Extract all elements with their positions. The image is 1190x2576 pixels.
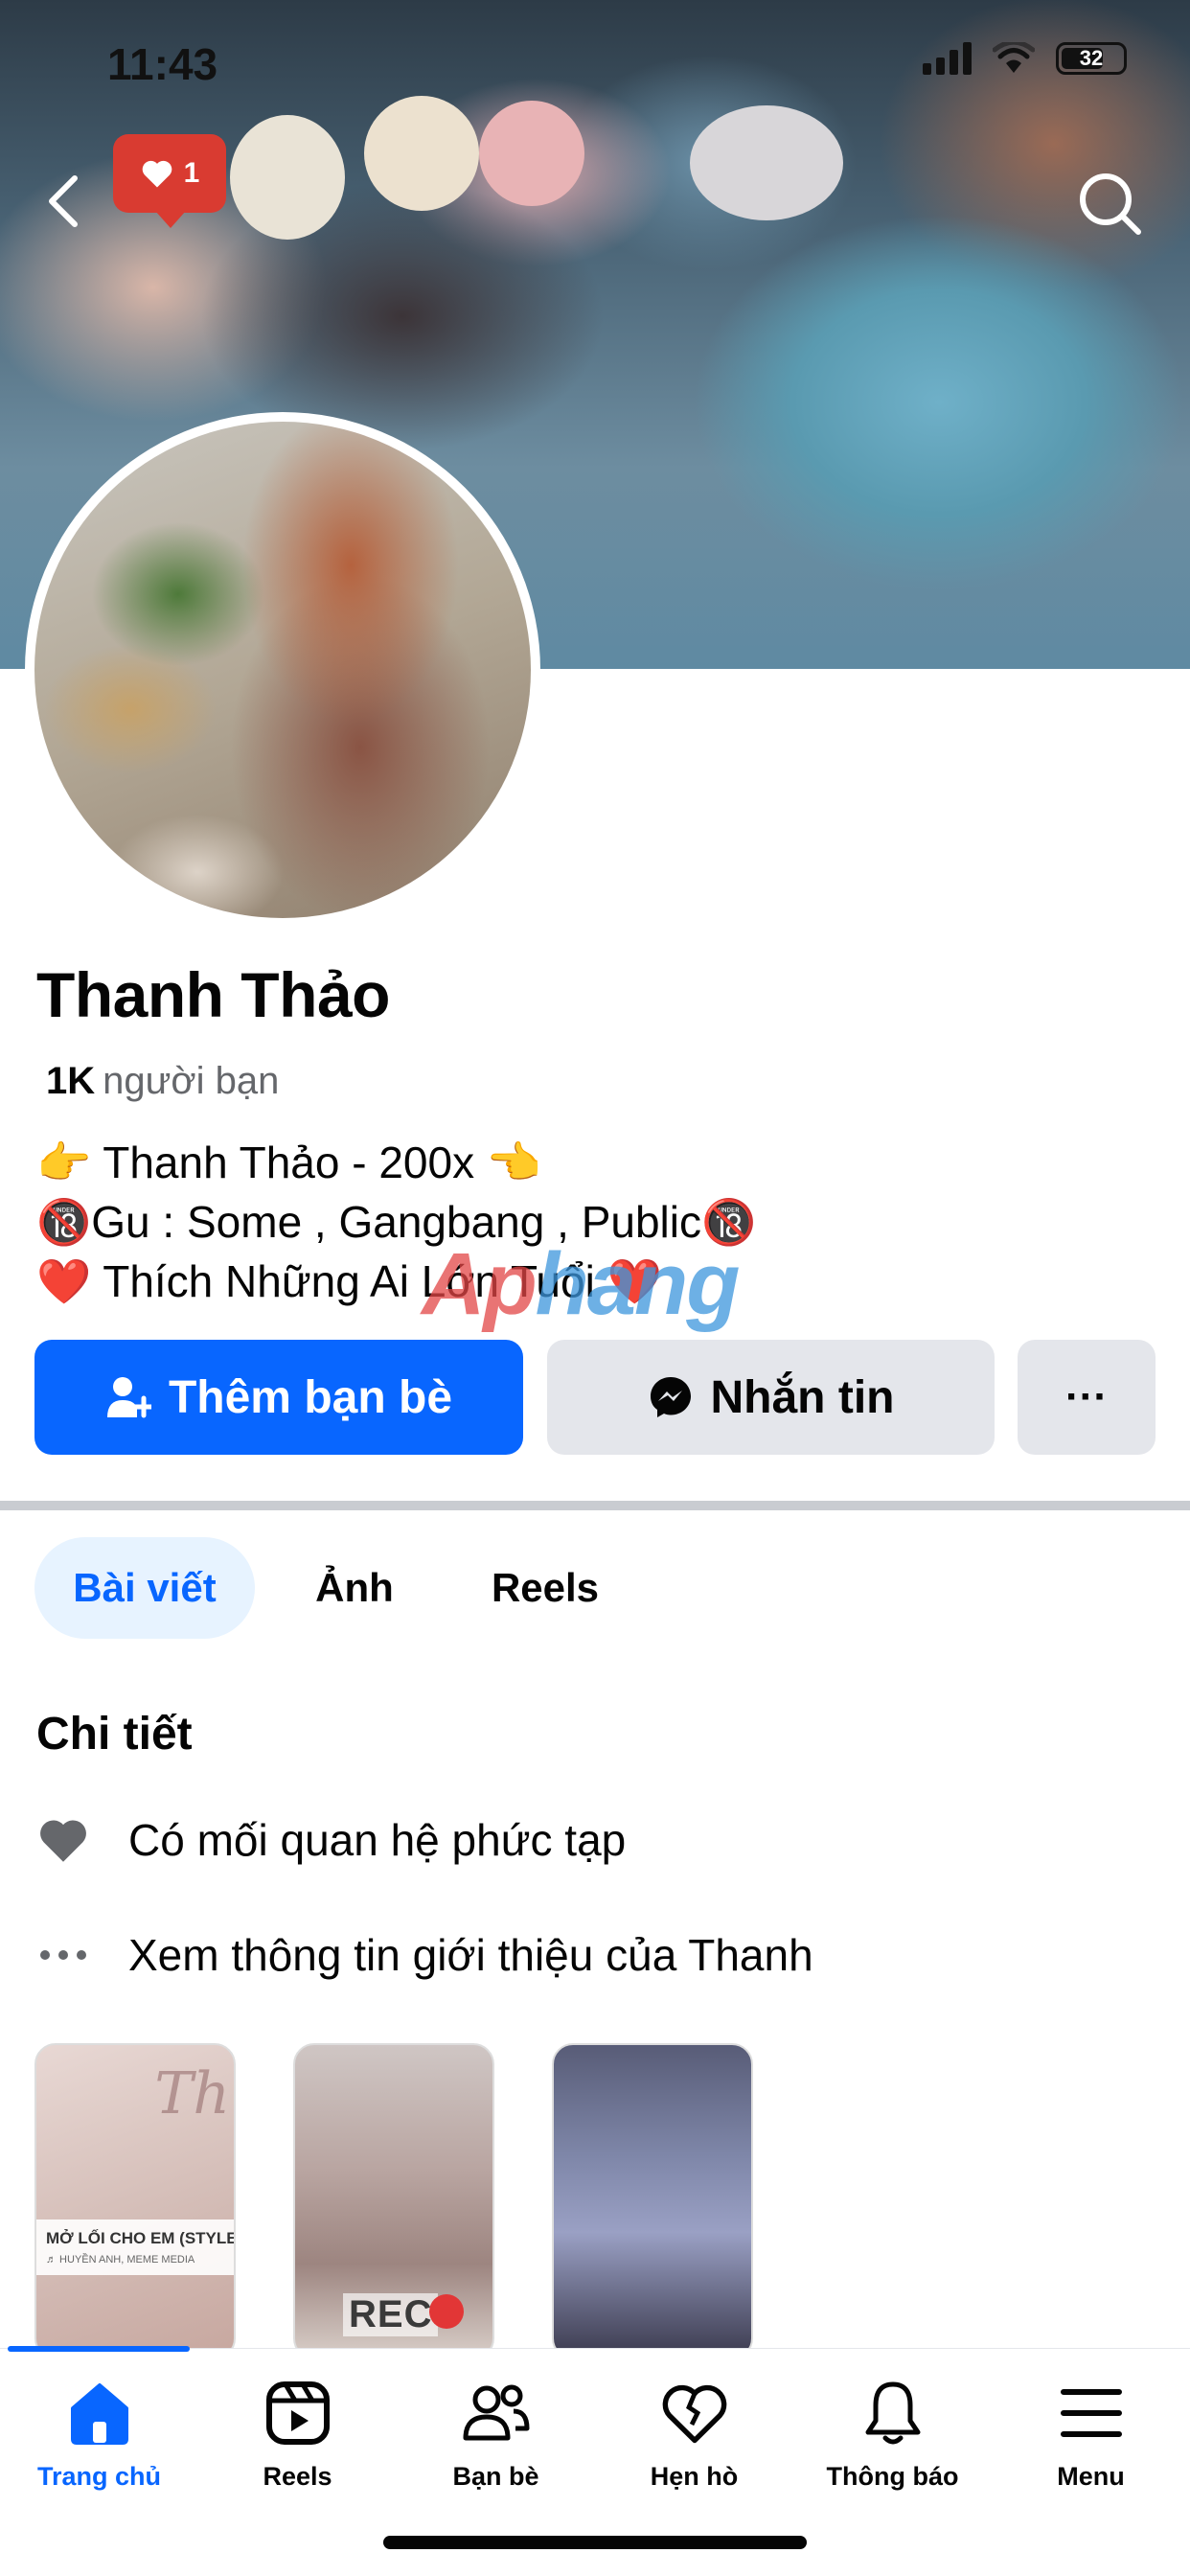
story-rec-label: REC [343, 2293, 439, 2336]
story-song-title: MỞ LỐI CHO EM (STYLE HU [46, 2229, 234, 2247]
heart-icon [142, 160, 172, 188]
dating-heart-icon [657, 2376, 732, 2450]
nav-dating[interactable]: Hẹn hò [595, 2376, 793, 2492]
profile-avatar[interactable] [25, 412, 540, 928]
nav-home-label: Trang chủ [36, 2462, 161, 2491]
story-overlay-text: Th [154, 2060, 230, 2128]
cover-plush-toy [230, 115, 345, 240]
ellipsis-icon [34, 1926, 92, 1984]
status-time: 11:43 [107, 39, 218, 89]
add-friend-icon [106, 1377, 151, 1418]
message-label: Nhắn tin [710, 1371, 895, 1423]
search-icon [1080, 173, 1141, 235]
profile-name: Thanh Thảo [36, 959, 390, 1030]
nav-friends[interactable]: Bạn bè [397, 2376, 595, 2492]
like-count: 1 [183, 157, 200, 189]
wifi-icon [993, 42, 1035, 73]
watermark-part: Ap [422, 1235, 538, 1333]
bell-icon [856, 2376, 930, 2450]
friends-count-label: người bạn [103, 1060, 280, 1102]
active-tab-indicator [8, 2346, 190, 2352]
more-options-button[interactable]: ··· [1018, 1340, 1156, 1455]
battery-icon: 32 [1056, 42, 1127, 75]
watermark-logo: Aphang [422, 1234, 741, 1335]
story-song-caption: MỞ LỐI CHO EM (STYLE HU ♬ HUYỀN ANH, MEM… [36, 2220, 234, 2275]
nav-notifications[interactable]: Thông báo [793, 2376, 992, 2492]
tab-reels[interactable]: Reels [456, 1537, 634, 1639]
relationship-text: Có mối quan hệ phức tạp [128, 1815, 627, 1865]
status-icons: 32 [923, 42, 1127, 75]
chevron-left-icon [49, 175, 78, 227]
story-song-artist: ♬ HUYỀN ANH, MEME MEDIA [46, 2254, 195, 2266]
nav-menu[interactable]: Menu [992, 2376, 1190, 2492]
cover-plush-toy [479, 101, 584, 206]
nav-reels[interactable]: Reels [198, 2376, 397, 2492]
cover-plush-toy [364, 96, 479, 211]
avatar-photo [34, 422, 531, 918]
message-button[interactable]: Nhắn tin [547, 1340, 995, 1455]
add-friend-button[interactable]: Thêm bạn bè [34, 1340, 523, 1455]
battery-level: 32 [1079, 46, 1104, 70]
watermark-part: hang [535, 1235, 741, 1333]
cellular-signal-icon [923, 42, 972, 75]
nav-reels-label: Reels [263, 2462, 332, 2491]
bio-line: 👉 Thanh Thảo - 200x 👈 [36, 1138, 542, 1187]
nav-dating-label: Hẹn hò [650, 2462, 739, 2491]
nav-home[interactable]: Trang chủ [0, 2376, 198, 2492]
relationship-detail: Có mối quan hệ phức tạp [34, 1811, 626, 1869]
nav-friends-label: Bạn bè [452, 2462, 539, 2491]
tab-posts[interactable]: Bài viết [34, 1537, 255, 1639]
like-notification-badge[interactable]: 1 [113, 134, 226, 228]
friends-count-value: 1K [46, 1060, 96, 1102]
featured-story-thumbnail[interactable] [552, 2043, 753, 2359]
messenger-icon [650, 1377, 691, 1417]
cover-plush-toy [690, 105, 843, 220]
home-indicator [383, 2536, 807, 2549]
friends-count[interactable]: 1K người bạn [46, 1060, 279, 1103]
friends-icon [459, 2376, 534, 2450]
search-button[interactable] [1071, 165, 1148, 242]
nav-notifications-label: Thông báo [826, 2462, 959, 2491]
see-intro-text: Xem thông tin giới thiệu của Thanh [128, 1930, 813, 1980]
reels-icon [261, 2376, 335, 2450]
see-intro-link[interactable]: Xem thông tin giới thiệu của Thanh [34, 1926, 813, 1984]
more-options-icon: ··· [1065, 1373, 1108, 1420]
section-divider [0, 1501, 1190, 1510]
menu-icon [1054, 2376, 1129, 2450]
nav-menu-label: Menu [1057, 2462, 1125, 2491]
home-icon [62, 2376, 137, 2450]
tab-photos[interactable]: Ảnh [287, 1537, 422, 1639]
heart-icon [34, 1811, 92, 1869]
add-friend-label: Thêm bạn bè [168, 1371, 453, 1423]
details-heading: Chi tiết [36, 1709, 193, 1760]
back-button[interactable] [44, 172, 92, 230]
featured-story-thumbnail[interactable]: REC [293, 2043, 494, 2359]
record-dot-icon [429, 2294, 464, 2329]
featured-story-thumbnail[interactable]: Th MỞ LỐI CHO EM (STYLE HU ♬ HUYỀN ANH, … [34, 2043, 236, 2359]
